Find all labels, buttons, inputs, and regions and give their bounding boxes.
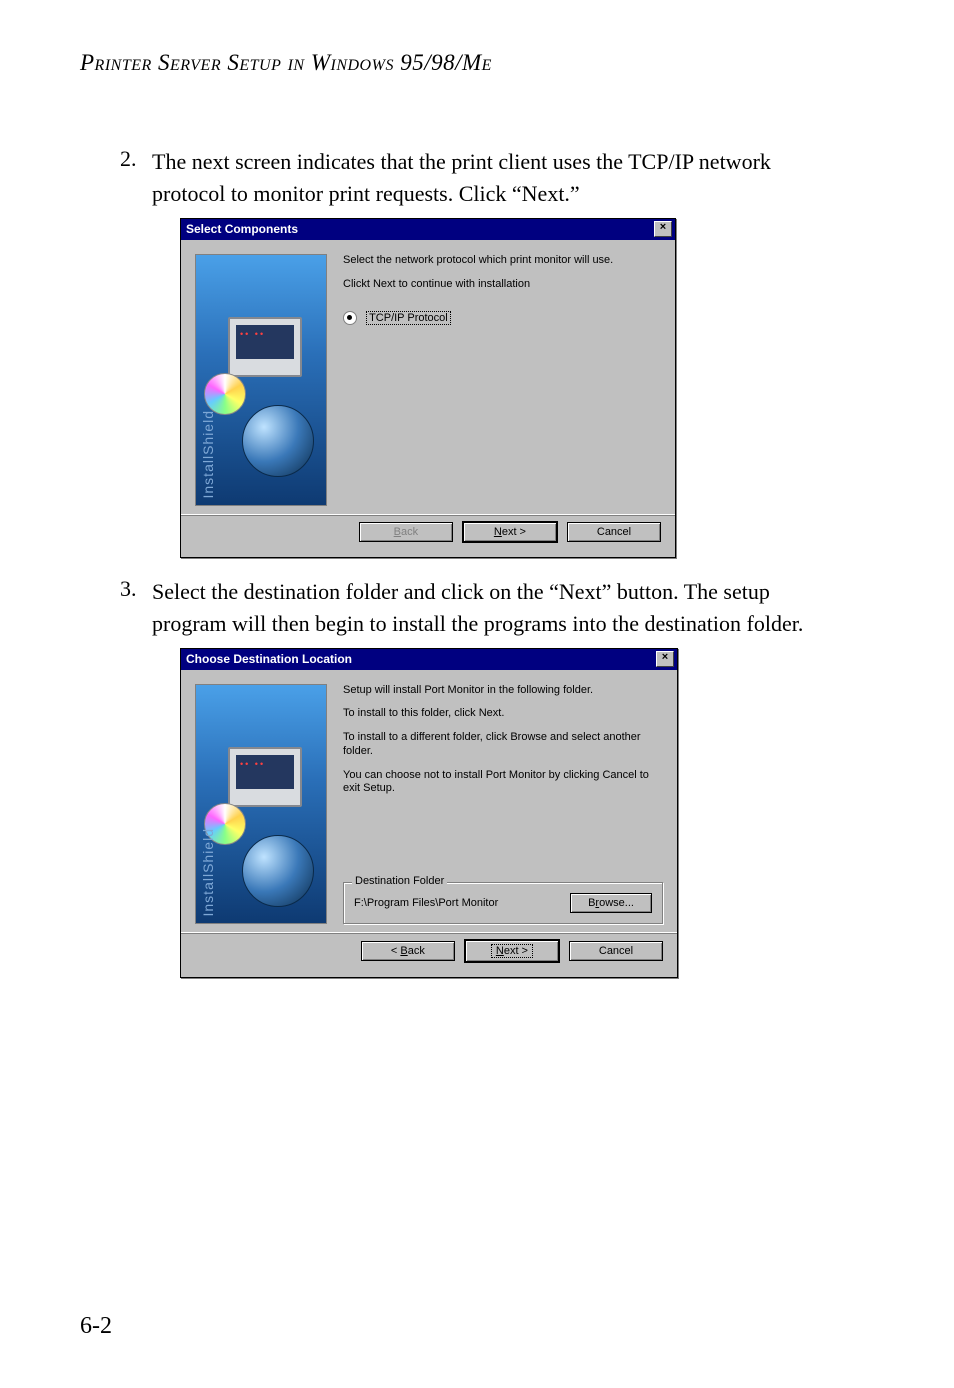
step-number: 3. <box>120 576 148 602</box>
browse-button[interactable]: Browse... <box>570 893 652 913</box>
titlebar: Choose Destination Location × <box>181 649 677 670</box>
p1: Setup will install Port Monitor in the f… <box>343 684 663 698</box>
select-components-dialog: Select Components × •• •• InstallShield … <box>180 218 676 558</box>
group-legend: Destination Folder <box>352 875 447 887</box>
next-button[interactable]: Next > <box>462 521 558 543</box>
cancel-button[interactable]: Cancel <box>569 941 663 961</box>
step-3: 3. Select the destination folder and cli… <box>120 576 874 640</box>
destination-path: F:\Program Files\Port Monitor <box>354 897 498 909</box>
choose-destination-dialog: Choose Destination Location × •• •• Inst… <box>180 648 678 978</box>
back-button[interactable]: < Back <box>361 941 455 961</box>
step-number: 2. <box>120 146 148 172</box>
p3: To install to a different folder, click … <box>343 731 663 759</box>
close-icon[interactable]: × <box>656 651 674 667</box>
p4: You can choose not to install Port Monit… <box>343 769 663 797</box>
page-number: 6-2 <box>80 1313 112 1340</box>
instruction-line-1: Select the network protocol which print … <box>343 254 661 268</box>
protocol-radio[interactable]: TCP/IP Protocol <box>343 311 661 325</box>
wizard-graphic: •• •• InstallShield <box>195 254 327 506</box>
p2: To install to this folder, click Next. <box>343 707 663 721</box>
step-text: Select the destination folder and click … <box>152 576 832 640</box>
radio-label: TCP/IP Protocol <box>366 311 451 325</box>
cancel-button[interactable]: Cancel <box>567 522 661 542</box>
next-button[interactable]: Next > <box>464 939 560 963</box>
instruction-line-2: Clickt Next to continue with installatio… <box>343 278 661 292</box>
wizard-graphic: •• •• InstallShield <box>195 684 327 924</box>
radio-selected-icon <box>343 311 357 325</box>
dialog-title: Choose Destination Location <box>186 652 352 666</box>
back-button[interactable]: Back <box>359 522 453 542</box>
step-text: The next screen indicates that the print… <box>152 146 832 210</box>
titlebar: Select Components × <box>181 219 675 240</box>
installshield-label: InstallShield <box>200 828 216 917</box>
installshield-label: InstallShield <box>200 410 216 499</box>
destination-folder-group: Destination Folder F:\Program Files\Port… <box>343 882 663 924</box>
step-2: 2. The next screen indicates that the pr… <box>120 146 874 210</box>
chapter-heading: Printer Server Setup in Windows 95/98/Me <box>80 50 874 76</box>
dialog-title: Select Components <box>186 222 298 236</box>
close-icon[interactable]: × <box>654 221 672 237</box>
